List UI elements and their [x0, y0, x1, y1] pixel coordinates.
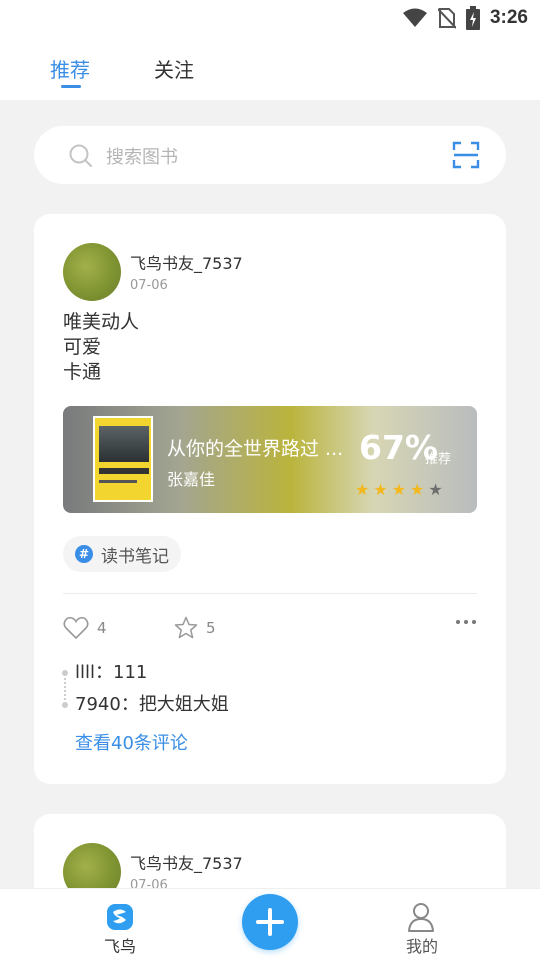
- book-card[interactable]: 从你的全世界路过 ... 张嘉佳 67% 推荐 ★ ★ ★ ★ ★: [63, 406, 477, 513]
- rating-stars: ★ ★ ★ ★ ★: [355, 480, 443, 499]
- divider: [63, 593, 477, 594]
- comment-colon: ：: [95, 662, 114, 683]
- star-outline-icon: [174, 616, 198, 639]
- tab-follow[interactable]: 关注: [154, 54, 194, 83]
- book-cover-band-2: [99, 480, 137, 483]
- add-post-button[interactable]: [242, 894, 298, 950]
- nav-mine-label[interactable]: 我的: [400, 933, 444, 957]
- post-line: 可爱: [63, 336, 102, 358]
- star-icon: ★: [373, 480, 388, 499]
- comment-row[interactable]: 7940：把大姐大姐: [62, 690, 229, 722]
- tab-recommend[interactable]: 推荐: [50, 54, 90, 83]
- view-all-comments-link[interactable]: 查看40条评论: [75, 729, 188, 755]
- book-cover: [93, 416, 153, 502]
- comment-row[interactable]: llll：111: [62, 658, 229, 700]
- status-time: 3:26: [489, 7, 528, 28]
- favorite-count: 5: [206, 619, 216, 637]
- comment-user[interactable]: 7940: [75, 694, 121, 715]
- comment-text: 把大姐大姐: [138, 694, 229, 715]
- book-cover-image: [99, 426, 149, 462]
- active-tab-indicator: [61, 85, 81, 88]
- wifi-icon: [402, 8, 427, 27]
- scan-icon[interactable]: [452, 141, 480, 169]
- nav-mine-icon[interactable]: [402, 901, 440, 937]
- search-bar[interactable]: 搜索图书: [34, 126, 506, 184]
- comment-list: llll：111 7940：把大姐大姐: [62, 658, 229, 722]
- status-icons: 3:26: [402, 6, 528, 30]
- star-icon: ★: [410, 480, 425, 499]
- book-author: 张嘉佳: [167, 470, 216, 489]
- battery-charging-icon: [465, 6, 480, 30]
- star-icon: ★: [355, 480, 370, 499]
- comment-text: 111: [113, 662, 148, 683]
- topic-tag[interactable]: # 读书笔记: [63, 536, 181, 572]
- plus-icon: [256, 908, 284, 936]
- post-content: 唯美动人 可爱 卡通: [63, 310, 139, 385]
- top-tabs: 推荐 关注: [0, 36, 540, 100]
- more-icon[interactable]: [456, 620, 476, 624]
- no-sim-icon: [437, 8, 456, 29]
- user-icon: [408, 903, 434, 932]
- hashtag-icon: #: [75, 545, 93, 563]
- post-username[interactable]: 飞鸟书友_7537: [130, 850, 243, 874]
- comment-dot: [62, 702, 68, 708]
- comment-user[interactable]: llll: [75, 662, 95, 683]
- post-date: 07-06: [130, 278, 168, 293]
- post-card[interactable]: 飞鸟书友_7537 07-06 唯美动人 可爱 卡通 从你的全世界路过 ... …: [34, 214, 506, 784]
- dot: [456, 620, 460, 624]
- post-line: 卡通: [63, 361, 102, 383]
- dot: [464, 620, 468, 624]
- avatar[interactable]: [63, 243, 121, 301]
- tag-label: 读书笔记: [101, 546, 169, 567]
- comment-colon: ：: [120, 694, 139, 715]
- star-icon: ★: [428, 480, 443, 499]
- book-title: 从你的全世界路过 ...: [167, 438, 344, 460]
- heart-icon: [63, 616, 89, 640]
- bird-logo-icon: [107, 904, 133, 930]
- search-placeholder[interactable]: 搜索图书: [106, 143, 178, 169]
- post-line: 唯美动人: [63, 311, 140, 333]
- book-cover-band: [99, 468, 149, 474]
- status-bar: 3:26: [0, 0, 540, 36]
- star-icon: ★: [391, 480, 407, 499]
- book-rating-label: 推荐: [425, 452, 452, 467]
- like-button[interactable]: 4: [63, 616, 107, 640]
- post-username[interactable]: 飞鸟书友_7537: [130, 250, 243, 274]
- dot: [472, 620, 476, 624]
- nav-home-label[interactable]: 飞鸟: [100, 933, 140, 957]
- search-icon: [69, 144, 92, 167]
- nav-home-icon[interactable]: [100, 901, 140, 937]
- favorite-button[interactable]: 5: [174, 616, 216, 640]
- like-count: 4: [97, 619, 107, 637]
- comment-dot: [62, 670, 68, 676]
